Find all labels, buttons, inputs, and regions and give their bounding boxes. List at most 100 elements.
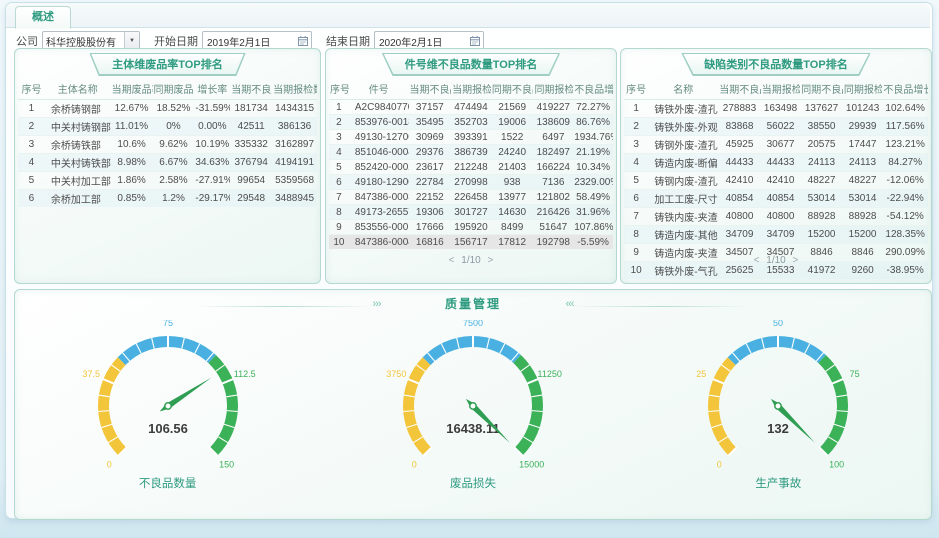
column-header: 序号	[624, 77, 648, 100]
row-index-cell: 1	[624, 100, 648, 118]
next-page-button[interactable]: >	[789, 255, 803, 266]
table-row[interactable]: 1余桥铸钢部12.67%18.52%-31.59%1817341434315	[18, 100, 317, 118]
table-row[interactable]: 9853556-000117666195920849951647107.86%	[329, 220, 613, 235]
table-row[interactable]: 2853976-0018354953527031900613860986.76%	[329, 115, 613, 130]
data-cell: 44433	[761, 154, 801, 172]
table-row[interactable]: 6加工工废-尺寸超差40854408545301453014-22.94%	[624, 190, 928, 208]
table-row[interactable]: 3余桥铸铁部10.6%9.62%10.19%3353323162897	[18, 136, 317, 154]
data-cell: 29548	[230, 190, 272, 208]
column-header: 序号	[18, 77, 45, 100]
column-header: 当期废品率	[111, 77, 153, 100]
table-row[interactable]: 2铸铁外废-外观缺陷83868560223855029939117.56%	[624, 118, 928, 136]
data-cell: 10.34%	[573, 160, 613, 175]
row-index-cell: 1	[18, 100, 45, 118]
data-cell: 余桥铸钢部	[45, 100, 111, 118]
data-cell: 56022	[761, 118, 801, 136]
calendar-icon[interactable]	[467, 35, 483, 47]
column-header: 当期不良品数	[409, 77, 452, 100]
tab-overview[interactable]: 概述	[15, 6, 71, 29]
table-row[interactable]: 7847386-0003221522264581397712180258.49%	[329, 190, 613, 205]
table-row[interactable]: 3铸钢外废-渣孔45925306772057517447123.21%	[624, 136, 928, 154]
table-row[interactable]: 4851046-0004293763867392424018249721.19%	[329, 145, 613, 160]
data-cell: 6.67%	[153, 154, 195, 172]
table-row[interactable]: 5铸钢内废-渣孔42410424104822748227-12.06%	[624, 172, 928, 190]
company-label: 公司	[16, 33, 38, 49]
table-row[interactable]: 6余桥加工部0.85%1.2%-29.17%295483488945	[18, 190, 317, 208]
page-indicator: 1/10	[461, 255, 480, 266]
table-row[interactable]: 1铸铁外废-渣孔278883163498137627101243102.64%	[624, 100, 928, 118]
gauge-tick-label: 0	[412, 460, 417, 470]
table-row[interactable]: 1A2C98407701371574744942156941922772.27%	[329, 100, 613, 115]
table-row[interactable]: 5852420-0002236172122482140316622410.34%	[329, 160, 613, 175]
panel-subject-scrap-rate: 主体维废品率TOP排名 序号主体名称当期废品率同期废品率增长率当期不良品数当期报…	[14, 48, 321, 284]
data-cell: 53014	[800, 190, 843, 208]
data-cell: 51647	[533, 220, 573, 235]
data-cell: 31.96%	[573, 205, 613, 220]
data-cell: 19006	[491, 115, 534, 130]
table-row[interactable]: 4中关村铸铁部8.98%6.67%34.63%3767944194191	[18, 154, 317, 172]
decorative-chevrons-right: ‹‹‹	[565, 298, 573, 310]
table-row[interactable]: 7铸铁内废-夹渣砂40800408008892888928-54.12%	[624, 208, 928, 226]
gauge-tick-label: 150	[219, 460, 234, 470]
pagination: < 1/10 >	[326, 255, 616, 266]
data-cell: 22152	[409, 190, 452, 205]
data-cell: -27.91%	[194, 172, 230, 190]
data-cell: 847386-0004	[349, 235, 409, 250]
table-row[interactable]: 5中关村加工部1.86%2.58%-27.91%996545359568	[18, 172, 317, 190]
data-cell: 37157	[409, 100, 452, 115]
data-cell: 24113	[800, 154, 843, 172]
panel-title: 件号维不良品数量TOP排名	[383, 54, 559, 75]
gauge-tick-label: 75	[850, 369, 860, 379]
data-cell: 40854	[761, 190, 801, 208]
column-header: 序号	[329, 77, 349, 100]
column-header: 当期报检数	[272, 77, 317, 100]
table-row[interactable]: 849173-26557193063017271463021642631.96%	[329, 205, 613, 220]
data-cell: 853556-0001	[349, 220, 409, 235]
table-row[interactable]: 8铸造内废-其他34709347091520015200128.35%	[624, 226, 928, 244]
row-index-cell: 3	[329, 130, 349, 145]
data-cell: 铸造内废-断偏芯	[648, 154, 718, 172]
part-defect-count-table: 序号件号当期不良品数当期报检数同期不良品数同期报检数不良品增长率1A2C9840…	[329, 77, 613, 249]
column-header: 不良品增长率	[573, 77, 613, 100]
pagination: < 1/10 >	[621, 255, 931, 266]
table-row[interactable]: 4铸造内废-断偏芯4443344433241132411384.27%	[624, 154, 928, 172]
data-cell: 4194191	[272, 154, 317, 172]
data-cell: 84.27%	[882, 154, 928, 172]
next-page-button[interactable]: >	[484, 255, 498, 266]
row-index-cell: 4	[18, 154, 45, 172]
data-cell: 铸铁外废-外观缺陷	[648, 118, 718, 136]
data-cell: 48227	[843, 172, 883, 190]
start-date-value: 2019年2月1日	[203, 34, 295, 49]
data-cell: 88928	[843, 208, 883, 226]
prev-page-button[interactable]: <	[445, 255, 459, 266]
calendar-icon[interactable]	[295, 35, 311, 47]
data-cell: -54.12%	[882, 208, 928, 226]
data-cell: 386739	[451, 145, 491, 160]
table-row[interactable]: 10847386-00041681615671717812192798-5.59…	[329, 235, 613, 250]
table-row[interactable]: 349130-1270030969393391152264971934.76%	[329, 130, 613, 145]
prev-page-button[interactable]: <	[750, 255, 764, 266]
data-cell: 53014	[843, 190, 883, 208]
data-cell: 226458	[451, 190, 491, 205]
data-cell: 中关村铸铁部	[45, 154, 111, 172]
column-header: 件号	[349, 77, 409, 100]
data-cell: -29.17%	[194, 190, 230, 208]
data-cell: 铸铁外废-渣孔	[648, 100, 718, 118]
data-cell: 48227	[800, 172, 843, 190]
table-row[interactable]: 649180-129002278427099893871362329.00%	[329, 175, 613, 190]
gauge-row: 037.575112.5150106.56 不良品数量 037507500112…	[15, 320, 931, 515]
row-index-cell: 6	[18, 190, 45, 208]
data-cell: 212248	[451, 160, 491, 175]
data-cell: 192798	[533, 235, 573, 250]
data-cell: 8499	[491, 220, 534, 235]
data-cell: 853976-0018	[349, 115, 409, 130]
table-row[interactable]: 2中关村铸钢部11.01%0%0.00%42511386136	[18, 118, 317, 136]
row-index-cell: 6	[329, 175, 349, 190]
data-cell: 128.35%	[882, 226, 928, 244]
data-cell: 49130-12700	[349, 130, 409, 145]
panel-title-banner: 件号维不良品数量TOP排名	[382, 53, 560, 76]
row-index-cell: 4	[624, 154, 648, 172]
column-header: 同期废品率	[153, 77, 195, 100]
data-cell: 3488945	[272, 190, 317, 208]
row-index-cell: 3	[624, 136, 648, 154]
